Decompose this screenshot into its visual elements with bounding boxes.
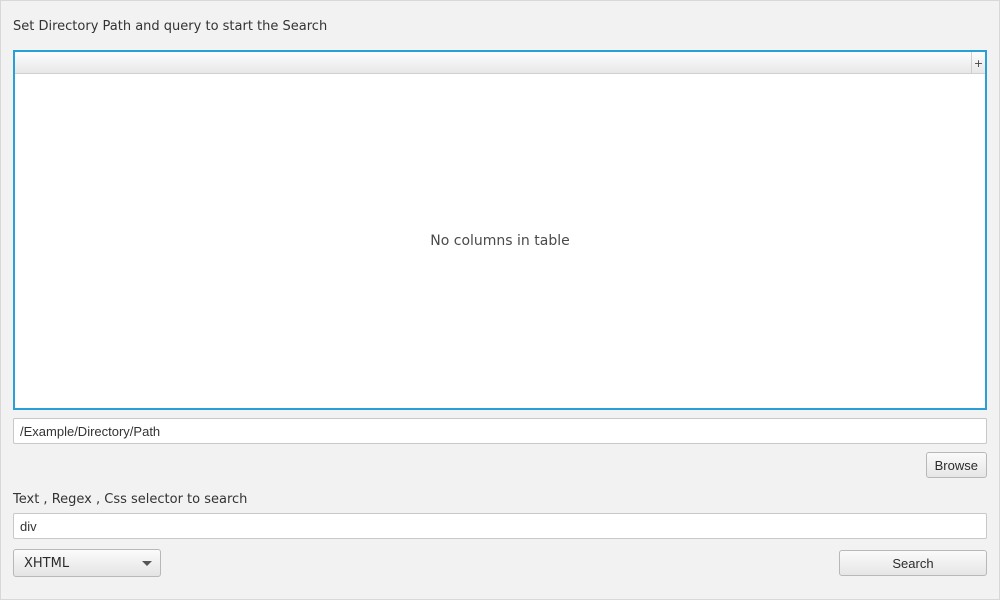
chevron-down-icon: [142, 561, 152, 566]
add-column-icon[interactable]: +: [971, 52, 985, 74]
table-empty-message: No columns in table: [430, 233, 569, 249]
search-button[interactable]: Search: [839, 550, 987, 576]
results-table[interactable]: + No columns in table: [13, 50, 987, 410]
table-header: +: [15, 52, 985, 74]
content-pane: Set Directory Path and query to start th…: [13, 13, 987, 587]
search-query-input[interactable]: [13, 513, 987, 539]
browse-button[interactable]: Browse: [926, 452, 987, 478]
directory-path-input[interactable]: [13, 418, 987, 444]
table-body: No columns in table: [15, 74, 985, 408]
page-title: Set Directory Path and query to start th…: [13, 19, 987, 34]
mode-select-value: XHTML: [24, 556, 142, 571]
mode-select[interactable]: XHTML: [13, 549, 161, 577]
query-field-label: Text , Regex , Css selector to search: [13, 492, 987, 507]
search-tool-window: Set Directory Path and query to start th…: [0, 0, 1000, 600]
